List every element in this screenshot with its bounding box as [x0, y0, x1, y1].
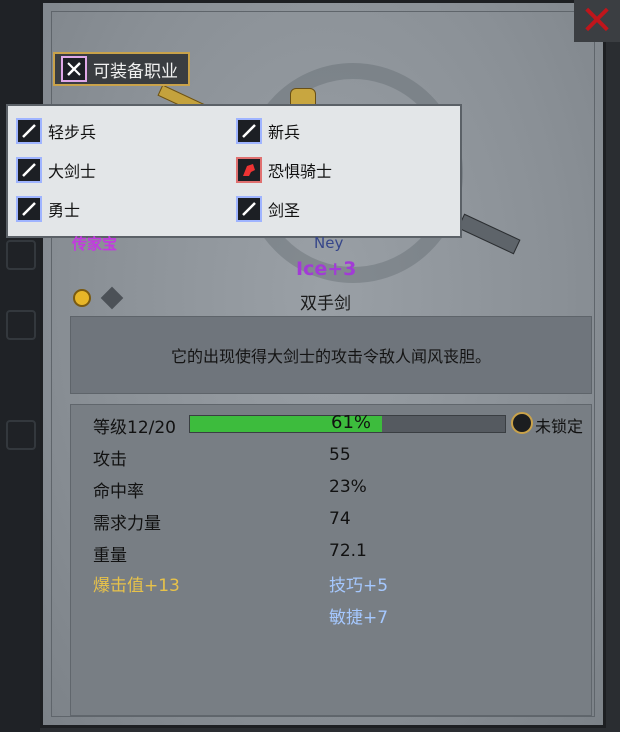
item-enhancement: Ice+3	[296, 258, 357, 280]
job-label: 勇士	[48, 201, 81, 220]
job-label: 大剑士	[48, 162, 97, 181]
faded-slot-icon	[6, 240, 36, 270]
item-description: 它的出现使得大剑士的攻击令敌人闻风丧胆。	[170, 347, 491, 366]
sword-icon	[236, 196, 262, 222]
job-item[interactable]: 恐惧骑士	[236, 157, 332, 183]
item-description-box: 它的出现使得大剑士的攻击令敌人闻风丧胆。	[70, 316, 592, 394]
equippable-classes-button[interactable]: 可装备职业	[53, 52, 190, 86]
sword-icon	[16, 118, 42, 144]
job-label: 恐惧骑士	[268, 162, 333, 181]
stat-name: 命中率	[93, 482, 144, 502]
faded-slot-icon	[6, 420, 36, 450]
gold-gem-icon[interactable]	[73, 289, 91, 307]
stats-box: 等级12/20 61% 未锁定 攻击 55 命中率 23% 需求力量 74 重量…	[70, 404, 592, 716]
xp-percent: 61%	[331, 412, 372, 433]
bonus-stat: 技巧+5	[329, 576, 389, 596]
stat-name: 攻击	[93, 450, 127, 470]
stat-value: 23%	[329, 477, 367, 497]
job-label: 新兵	[268, 123, 301, 142]
lock-icon[interactable]	[511, 412, 533, 434]
equippable-classes-popup: 轻步兵 新兵 大剑士 恐惧骑士 勇士 剑圣	[6, 104, 462, 238]
sword-icon	[16, 196, 42, 222]
job-item[interactable]: 勇士	[16, 196, 80, 222]
item-maker: Ney	[314, 234, 344, 252]
stat-value: 72.1	[329, 541, 367, 561]
item-type: 双手剑	[300, 294, 351, 314]
bonus-stat: 敏捷+7	[329, 608, 389, 628]
sword-class-icon	[61, 56, 87, 82]
job-item[interactable]: 大剑士	[16, 157, 96, 183]
bonus-stat: 爆击值+13	[93, 576, 180, 596]
stat-name: 重量	[93, 546, 127, 566]
stat-value: 55	[329, 445, 351, 465]
faded-slot-icon	[6, 310, 36, 340]
job-label: 剑圣	[268, 201, 301, 220]
item-rarity: 传家宝	[72, 235, 118, 253]
job-item[interactable]: 轻步兵	[16, 118, 96, 144]
job-label: 轻步兵	[48, 123, 97, 142]
job-item[interactable]: 新兵	[236, 118, 300, 144]
sword-icon	[16, 157, 42, 183]
stat-name: 需求力量	[93, 514, 161, 534]
horse-icon	[236, 157, 262, 183]
lock-status: 未锁定	[535, 417, 584, 436]
equippable-classes-label: 可装备职业	[93, 61, 178, 82]
stat-value: 74	[329, 509, 351, 529]
close-icon: ✕	[580, 0, 614, 44]
job-item[interactable]: 剑圣	[236, 196, 300, 222]
close-button[interactable]: ✕	[574, 0, 620, 42]
sword-icon	[236, 118, 262, 144]
level-label: 等级12/20	[93, 418, 176, 438]
